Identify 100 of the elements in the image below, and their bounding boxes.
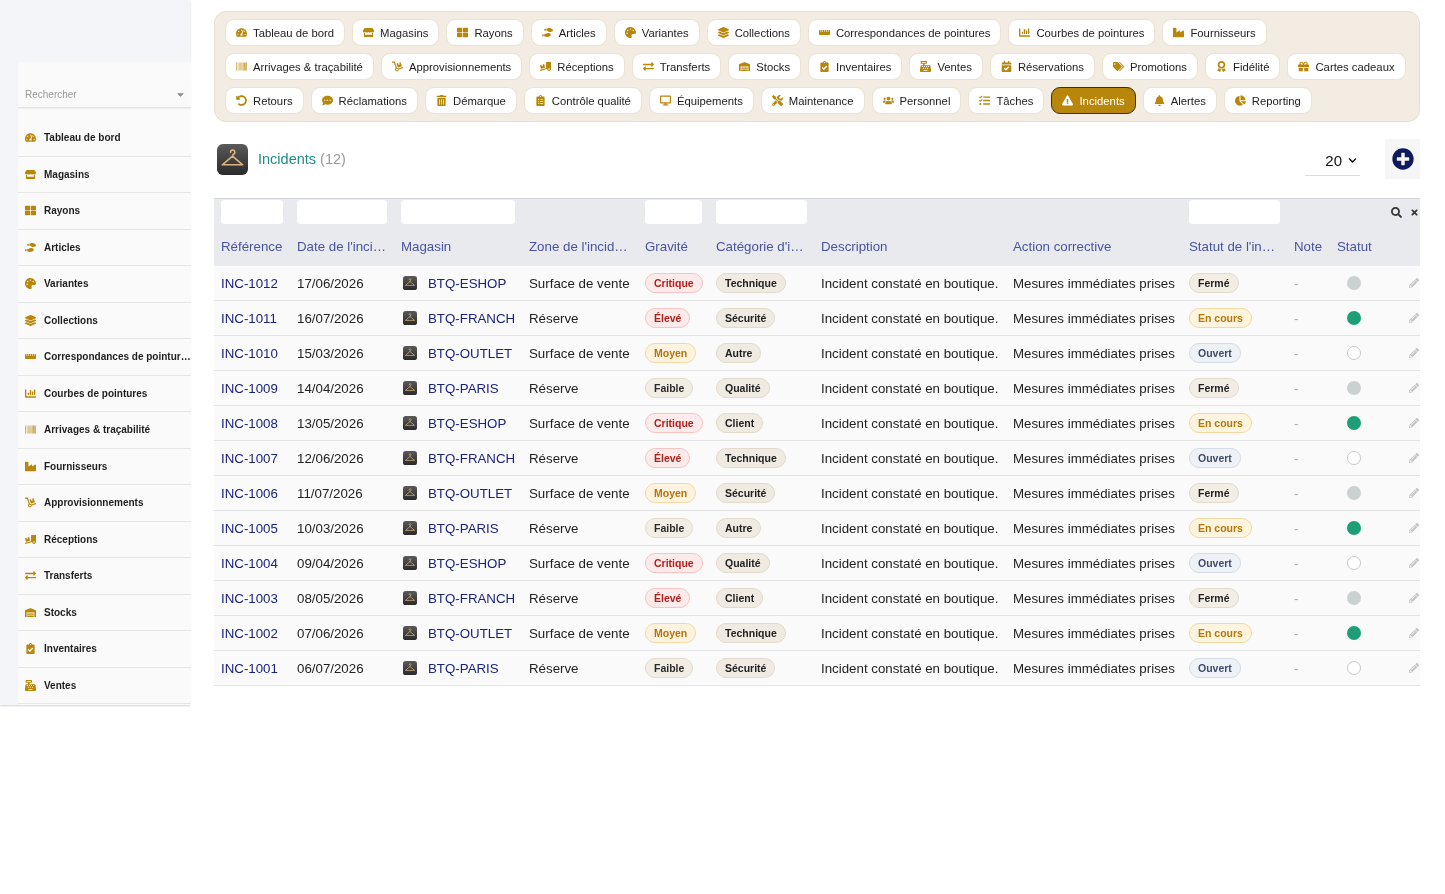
nav-button[interactable]: Correspondances de pointures (807, 19, 1002, 46)
page-size-select[interactable]: 20 (1305, 146, 1360, 176)
reference-link[interactable]: INC-1005 (221, 520, 278, 536)
sidebar-item[interactable]: Articles (18, 229, 191, 266)
sidebar-item[interactable]: Correspondances de pointur… (18, 339, 191, 376)
nav-button[interactable]: Retours (225, 87, 304, 114)
sidebar-item[interactable]: Magasins (18, 156, 191, 193)
close-icon[interactable] (1410, 207, 1419, 217)
filter-field[interactable] (297, 200, 387, 224)
nav-button[interactable]: Contrôle qualité (523, 87, 642, 114)
pencil-icon[interactable] (1409, 488, 1419, 498)
nav-button[interactable]: Transferts (631, 53, 722, 80)
nav-button[interactable]: Réclamations (310, 87, 418, 114)
pencil-icon[interactable] (1409, 313, 1419, 323)
sidebar-item[interactable]: Réceptions (18, 521, 191, 558)
pencil-icon[interactable] (1409, 663, 1419, 673)
nav-button[interactable]: Approvisionnements (380, 53, 523, 80)
sidebar-item[interactable]: Stocks (18, 594, 191, 631)
store-link[interactable]: BTQ-ESHOP (428, 415, 507, 431)
nav-button[interactable]: Équipements (648, 87, 754, 114)
nav-button[interactable]: Articles (530, 19, 607, 46)
search-field[interactable]: Rechercher (25, 84, 171, 105)
sidebar-item[interactable]: Inventaires (18, 631, 191, 668)
filter-field[interactable] (716, 200, 807, 224)
nav-button[interactable]: Cartes cadeaux (1287, 53, 1406, 80)
reference-link[interactable]: INC-1004 (221, 555, 278, 571)
column-header[interactable]: Zone de l'incid… (529, 239, 628, 254)
column-header[interactable]: Note (1294, 239, 1323, 254)
pencil-icon[interactable] (1409, 593, 1419, 603)
sidebar-item[interactable]: Arrivages & traçabilité (18, 412, 191, 449)
reference-link[interactable]: INC-1001 (221, 660, 278, 676)
sidebar-item[interactable]: Variantes (18, 266, 191, 303)
nav-button[interactable]: Promotions (1101, 53, 1198, 80)
column-header[interactable]: Date de l'inci… (297, 239, 386, 254)
column-header[interactable]: Magasin (401, 239, 452, 254)
pencil-icon[interactable] (1409, 523, 1419, 533)
pencil-icon[interactable] (1409, 383, 1419, 393)
reference-link[interactable]: INC-1007 (221, 450, 278, 466)
column-header[interactable]: Statut (1337, 239, 1372, 254)
add-button[interactable] (1385, 139, 1420, 179)
reference-link[interactable]: INC-1012 (221, 275, 278, 291)
sidebar-item[interactable]: Tableau de bord (18, 120, 191, 157)
sidebar-item[interactable]: Rayons (18, 193, 191, 230)
reference-link[interactable]: INC-1008 (221, 415, 278, 431)
pencil-icon[interactable] (1409, 418, 1419, 428)
nav-button[interactable]: Maintenance (760, 87, 865, 114)
nav-button[interactable]: Reporting (1223, 87, 1312, 114)
sidebar-item[interactable]: Ventes (18, 667, 191, 704)
column-header[interactable]: Action corrective (1013, 239, 1112, 254)
column-header[interactable]: Statut de l'in… (1189, 239, 1276, 254)
nav-button[interactable]: Démarque (425, 87, 517, 114)
filter-field[interactable] (401, 200, 515, 224)
store-link[interactable]: BTQ-FRANCH (428, 450, 516, 466)
column-header[interactable]: Gravité (645, 239, 688, 254)
reference-link[interactable]: INC-1003 (221, 590, 278, 606)
nav-button[interactable]: Ventes (909, 53, 983, 80)
sidebar-item[interactable]: Collections (18, 302, 191, 339)
reference-link[interactable]: INC-1002 (221, 625, 278, 641)
store-link[interactable]: BTQ-PARIS (428, 380, 499, 396)
sidebar-item[interactable]: Courbes de pointures (18, 375, 191, 412)
filter-field[interactable] (1189, 200, 1280, 224)
nav-button[interactable]: Arrivages & traçabilité (225, 53, 374, 80)
store-link[interactable]: BTQ-PARIS (428, 660, 499, 676)
reference-link[interactable]: INC-1006 (221, 485, 278, 501)
store-link[interactable]: BTQ-ESHOP (428, 555, 507, 571)
store-link[interactable]: BTQ-OUTLET (428, 485, 513, 501)
pencil-icon[interactable] (1409, 348, 1419, 358)
nav-button[interactable]: Tableau de bord (225, 19, 346, 46)
nav-button[interactable]: Fournisseurs (1162, 19, 1267, 46)
reference-link[interactable]: INC-1011 (221, 310, 277, 326)
nav-button[interactable]: Réservations (989, 53, 1095, 80)
pencil-icon[interactable] (1409, 558, 1419, 568)
pencil-icon[interactable] (1409, 278, 1419, 288)
column-header[interactable]: Catégorie d'i… (716, 239, 804, 254)
search-icon[interactable] (1391, 206, 1402, 218)
nav-button[interactable]: Inventaires (808, 53, 903, 80)
nav-button[interactable]: Fidélité (1205, 53, 1281, 80)
nav-button[interactable]: Magasins (352, 19, 440, 46)
store-link[interactable]: BTQ-FRANCH (428, 310, 516, 326)
column-header[interactable]: Description (821, 239, 888, 254)
sidebar-item[interactable]: Approvisionnements (18, 485, 191, 522)
reference-link[interactable]: INC-1010 (221, 345, 278, 361)
nav-button[interactable]: Réceptions (529, 53, 625, 80)
filter-field[interactable] (645, 200, 702, 224)
nav-button[interactable]: Courbes de pointures (1008, 19, 1156, 46)
nav-button[interactable]: Alertes (1142, 87, 1217, 114)
nav-button[interactable]: Personnel (871, 87, 962, 114)
store-link[interactable]: BTQ-FRANCH (428, 590, 516, 606)
pencil-icon[interactable] (1409, 628, 1419, 638)
nav-button[interactable]: Stocks (728, 53, 802, 80)
pencil-icon[interactable] (1409, 453, 1419, 463)
nav-button[interactable]: Tâches (968, 87, 1045, 114)
store-link[interactable]: BTQ-OUTLET (428, 625, 513, 641)
filter-field[interactable] (221, 200, 283, 224)
sidebar-item[interactable]: Transferts (18, 558, 191, 595)
store-link[interactable]: BTQ-PARIS (428, 520, 499, 536)
nav-button[interactable]: Collections (706, 19, 801, 46)
reference-link[interactable]: INC-1009 (221, 380, 278, 396)
nav-button[interactable]: Variantes (613, 19, 700, 46)
column-header[interactable]: Référence (221, 239, 283, 254)
